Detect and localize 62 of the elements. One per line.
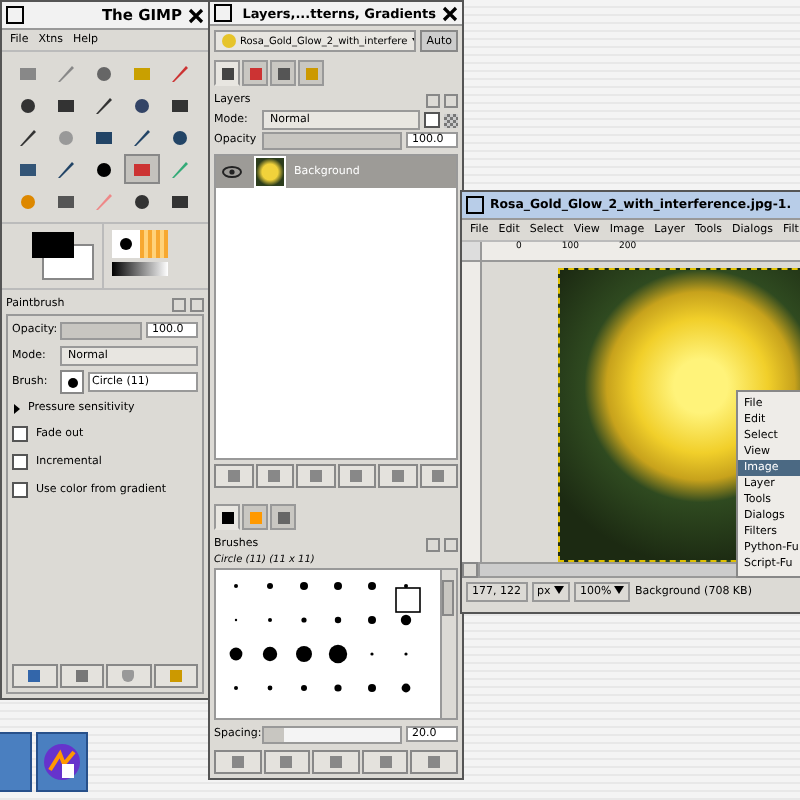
brush-preview-button[interactable] (60, 370, 84, 394)
new-brush-icon[interactable] (263, 750, 311, 774)
expander-arrow-icon (12, 403, 22, 413)
duplicate-icon[interactable] (337, 464, 376, 488)
opacity-slider[interactable] (60, 321, 142, 339)
save-icon[interactable] (12, 664, 57, 688)
restore-icon[interactable] (59, 664, 104, 688)
window-menu-button[interactable] (214, 4, 232, 23)
checker-icon (444, 113, 458, 128)
reset-icon[interactable] (153, 664, 198, 688)
stroke-icon (170, 63, 190, 83)
dock-tab[interactable] (214, 60, 240, 87)
anchor-icon[interactable] (378, 464, 417, 488)
opacity-slider[interactable] (262, 131, 402, 150)
square-icon (18, 63, 38, 83)
duplicate-icon[interactable] (312, 750, 360, 774)
checkbox[interactable] (12, 454, 28, 470)
square-icon (18, 159, 38, 179)
circle-icon (18, 191, 38, 211)
gradient-indicator[interactable] (112, 262, 168, 276)
window-menu-button[interactable] (466, 196, 484, 214)
close-icon[interactable] (188, 7, 204, 23)
square-icon (132, 159, 152, 179)
refresh-icon[interactable] (410, 750, 458, 774)
panel-close-icon[interactable] (444, 537, 458, 551)
close-icon[interactable] (442, 5, 458, 22)
circle-icon (170, 127, 190, 147)
dock-tab[interactable] (242, 60, 268, 87)
resource-tab[interactable] (214, 504, 240, 530)
new-layer-icon[interactable] (214, 464, 253, 488)
circle-icon (94, 159, 114, 179)
edit-icon[interactable] (214, 750, 262, 774)
scrollbar[interactable] (440, 570, 456, 718)
circle-icon (132, 191, 152, 211)
panel-menu-icon[interactable] (426, 93, 440, 108)
panel-close-icon[interactable] (444, 93, 458, 108)
circle-icon (18, 95, 38, 115)
circle-icon (94, 63, 114, 83)
square-icon (170, 191, 190, 211)
panel-menu-icon[interactable] (426, 537, 440, 551)
keep-transparency-checkbox[interactable] (424, 112, 440, 129)
eye-icon[interactable] (222, 166, 242, 179)
square-icon (94, 127, 114, 147)
panel-menu-icon[interactable] (172, 297, 186, 311)
square-icon (132, 63, 152, 83)
circle-icon (56, 127, 76, 147)
trash-icon[interactable] (361, 750, 409, 774)
raise-icon[interactable] (255, 464, 294, 488)
square-icon (56, 95, 76, 115)
lower-icon[interactable] (296, 464, 335, 488)
square-icon (56, 191, 76, 211)
dock-tab[interactable] (270, 60, 296, 87)
trash-icon[interactable] (419, 464, 458, 488)
spacing-slider[interactable] (262, 725, 402, 743)
trash-icon[interactable] (106, 664, 151, 688)
square-icon (170, 95, 190, 115)
checkbox[interactable] (12, 482, 28, 498)
app-icon[interactable] (36, 732, 88, 792)
checkbox[interactable] (12, 426, 28, 442)
panel-close-icon[interactable] (190, 297, 204, 311)
circle-icon (132, 95, 152, 115)
window-menu-button[interactable] (6, 6, 24, 24)
